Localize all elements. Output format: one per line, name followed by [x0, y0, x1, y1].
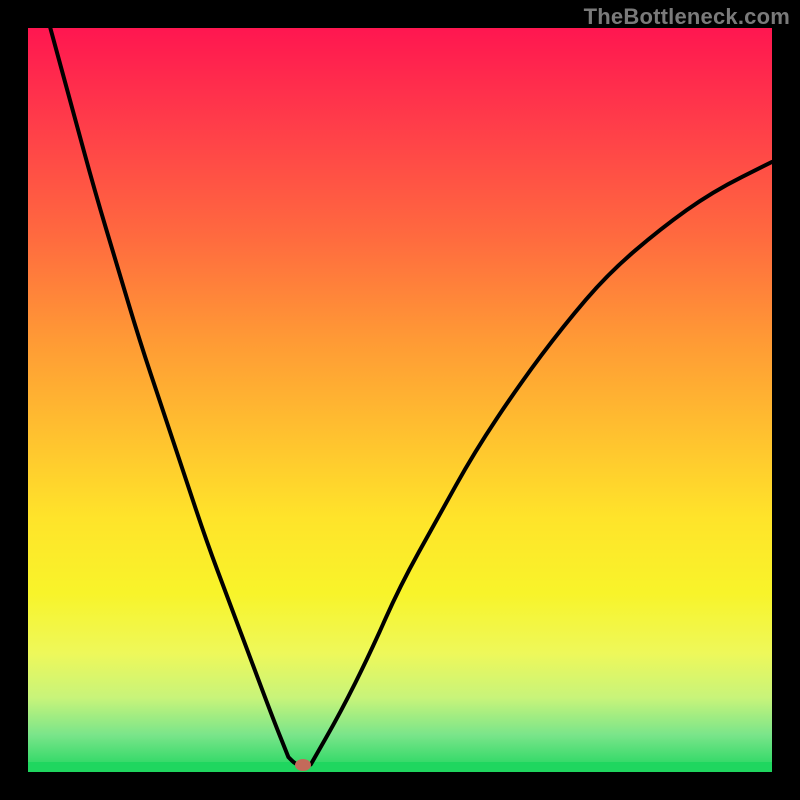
curve-path [50, 28, 772, 765]
optimum-marker-icon [295, 759, 311, 771]
plot-area [28, 28, 772, 772]
watermark-text: TheBottleneck.com [584, 4, 790, 30]
chart-frame: TheBottleneck.com [0, 0, 800, 800]
bottleneck-curve [28, 28, 772, 772]
